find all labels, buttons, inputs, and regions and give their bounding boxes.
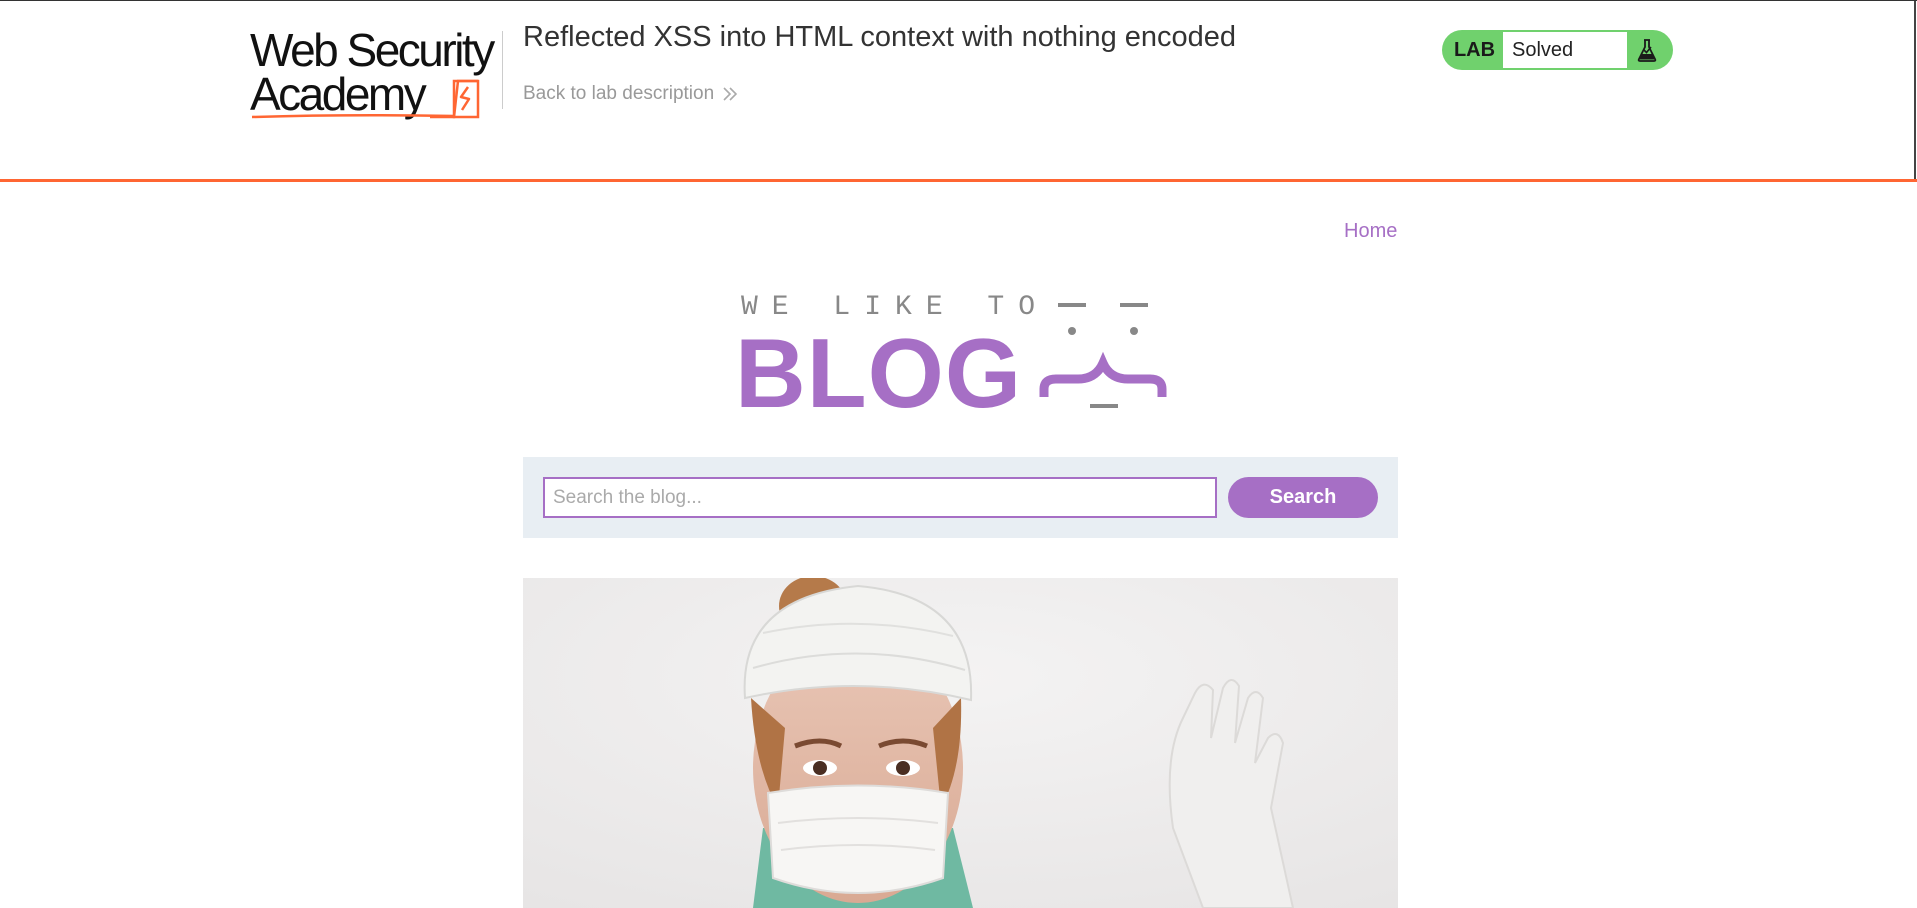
back-to-lab-description-link[interactable]: Back to lab description <box>523 83 738 105</box>
lab-status-badge: LAB Solved <box>1442 30 1673 70</box>
search-input[interactable] <box>543 477 1217 518</box>
blog-post-image[interactable] <box>523 578 1398 908</box>
lab-status-text: Solved <box>1503 32 1627 68</box>
header-divider <box>502 31 503 109</box>
blog-face-brace-icon <box>1039 303 1167 408</box>
web-security-academy-logo[interactable]: Web Security Academy <box>250 27 500 119</box>
logo-underline <box>251 113 456 119</box>
nav-home-link[interactable]: Home <box>1344 220 1397 243</box>
academy-header: Web Security Academy Reflected XSS into … <box>0 0 1917 182</box>
lab-tag: LAB <box>1453 38 1496 61</box>
surgeon-photo <box>523 578 1398 908</box>
logo-line-2: Academy <box>250 68 427 120</box>
scrollbar-edge[interactable] <box>1914 1 1916 179</box>
double-chevron-right-icon <box>723 87 738 101</box>
back-link-label: Back to lab description <box>523 83 715 104</box>
blog-logo-word: BLOG <box>735 318 1023 428</box>
search-button[interactable]: Search <box>1228 477 1378 518</box>
logo-line-1: Web Security <box>250 24 495 76</box>
flask-icon <box>1627 30 1673 70</box>
blog-logo: WE LIKE TO BLOG <box>735 288 1185 422</box>
lab-title: Reflected XSS into HTML context with not… <box>523 21 1237 53</box>
search-section: Search <box>523 457 1398 538</box>
